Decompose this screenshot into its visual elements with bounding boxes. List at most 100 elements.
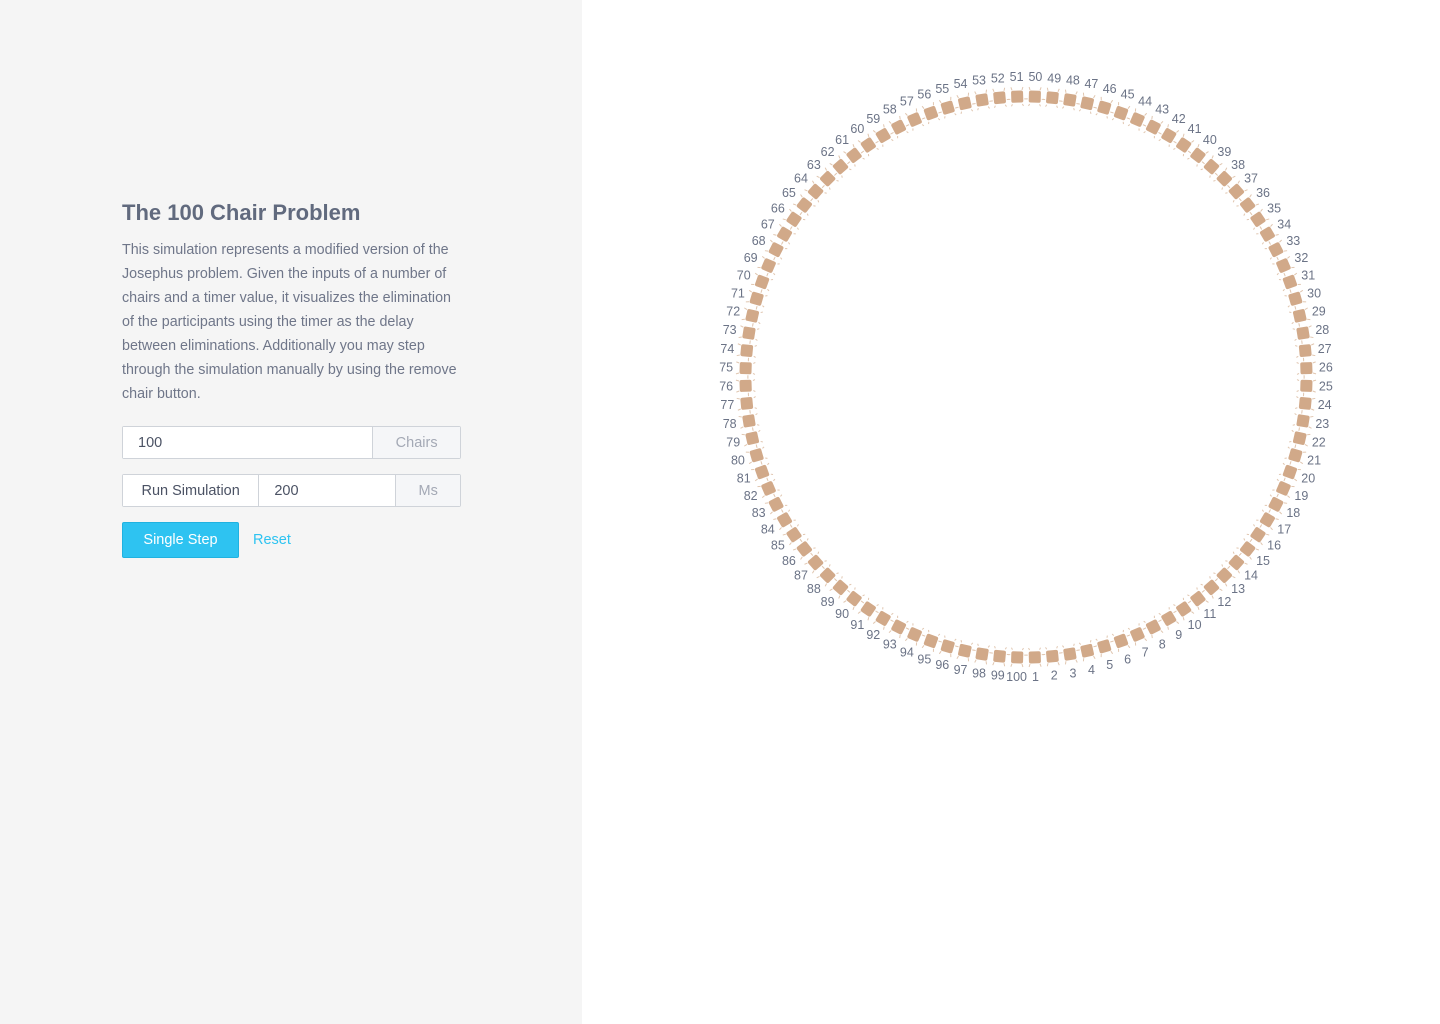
chair-number-label: 54	[954, 77, 968, 91]
chairs-input-group: Chairs	[122, 426, 461, 459]
chair-number-label: 4	[1088, 663, 1095, 677]
chair-icon	[956, 640, 975, 662]
chair-number-label: 16	[1267, 539, 1281, 553]
chair-icon	[1295, 394, 1316, 413]
chair-number-label: 31	[1301, 268, 1315, 282]
chair-icon	[1043, 87, 1062, 108]
chair-icon	[1289, 428, 1311, 447]
chair-number-label: 69	[744, 251, 758, 265]
chair-icon	[990, 87, 1009, 108]
chair-number-label: 97	[954, 663, 968, 677]
chair-number-label: 100	[1006, 670, 1027, 684]
chair-number-label: 84	[761, 523, 775, 537]
chair-icon	[956, 92, 975, 114]
chair-number-label: 5	[1106, 658, 1113, 672]
chair-icon	[1025, 86, 1044, 107]
chair-icon	[1043, 646, 1062, 667]
chair-number-label: 58	[883, 103, 897, 117]
chair-number-label: 3	[1069, 666, 1076, 680]
chair-number-label: 28	[1315, 323, 1329, 337]
chair-number-label: 98	[972, 666, 986, 680]
chair-number-label: 9	[1175, 628, 1182, 642]
chair-number-label: 72	[726, 305, 740, 319]
chair-number-label: 32	[1294, 251, 1308, 265]
chair-number-label: 81	[737, 472, 751, 486]
chair-number-label: 93	[883, 637, 897, 651]
chair-icon	[1127, 108, 1148, 131]
chair-number-label: 49	[1047, 71, 1061, 85]
chair-number-label: 7	[1142, 645, 1149, 659]
simulation-stage: 1 2 3 4 5 6 7 8 9 10 11 12 13 14 15 16 17 18 19 20 21 22 23 24 2…	[582, 0, 1440, 1024]
chair-number-label: 14	[1244, 568, 1258, 582]
chair-icon	[751, 462, 774, 482]
chair-number-label: 39	[1217, 145, 1231, 159]
chair-number-label: 80	[731, 454, 745, 468]
chair-number-label: 68	[752, 234, 766, 248]
chair-icon	[735, 359, 756, 378]
chair-number-label: 12	[1217, 595, 1231, 609]
chair-number-label: 57	[900, 95, 914, 109]
chair-number-label: 34	[1277, 217, 1291, 231]
chair-icon	[1278, 272, 1301, 292]
chair-number-label: 70	[737, 268, 751, 282]
sidebar: The 100 Chair Problem This simulation re…	[0, 0, 582, 1024]
page-title: The 100 Chair Problem	[122, 200, 361, 225]
chair-number-label: 82	[744, 489, 758, 503]
chair-number-label: 35	[1267, 201, 1281, 215]
chair-number-label: 64	[794, 172, 808, 186]
chair-icon	[973, 643, 992, 665]
single-step-button[interactable]: Single Step	[122, 522, 239, 558]
chair-icon	[1296, 359, 1317, 378]
chair-number-label: 18	[1286, 506, 1300, 520]
chair-number-label: 99	[991, 669, 1005, 683]
chair-number-label: 19	[1294, 489, 1308, 503]
chair-number-label: 88	[807, 582, 821, 596]
chair-icon	[1094, 96, 1114, 119]
chair-number-label: 43	[1155, 103, 1169, 117]
chair-icon	[736, 394, 757, 413]
chair-number-label: 21	[1307, 454, 1321, 468]
action-buttons: Single Step Reset	[122, 522, 461, 558]
chair-number-label: 83	[752, 506, 766, 520]
chair-number-label: 36	[1256, 186, 1270, 200]
chair-number-label: 67	[761, 217, 775, 231]
chair-number-label: 15	[1256, 554, 1270, 568]
chair-number-label: 22	[1312, 435, 1326, 449]
chair-icon	[921, 629, 941, 652]
chair-number-label: 61	[835, 133, 849, 147]
chair-icon	[1060, 643, 1079, 665]
chair-number-label: 20	[1301, 472, 1315, 486]
chair-number-label: 73	[723, 323, 737, 337]
chair-number-label: 87	[794, 568, 808, 582]
chair-icon	[1094, 635, 1114, 658]
chair-icon	[938, 96, 958, 119]
chair-number-label: 60	[850, 122, 864, 136]
chair-icon	[1292, 411, 1314, 430]
chair-number-label: 65	[782, 186, 796, 200]
chair-number-label: 85	[771, 539, 785, 553]
chair-icon	[1289, 307, 1311, 326]
chair-number-label: 76	[719, 379, 733, 393]
chair-number-label: 2	[1051, 669, 1058, 683]
chair-icon	[1060, 89, 1079, 111]
chair-icon	[1272, 255, 1295, 276]
reset-link[interactable]: Reset	[253, 532, 291, 548]
run-simulation-button[interactable]: Run Simulation	[123, 475, 260, 506]
chair-icon	[738, 324, 760, 343]
timer-ms-input[interactable]	[259, 475, 396, 506]
chair-icon	[1284, 445, 1307, 465]
chair-number-label: 95	[917, 652, 931, 666]
chair-number-label: 41	[1188, 122, 1202, 136]
ms-addon-label: Ms	[395, 475, 460, 506]
chair-number-label: 55	[935, 82, 949, 96]
chair-number-label: 74	[720, 342, 734, 356]
chair-icon	[1296, 376, 1317, 395]
chair-icon	[990, 646, 1009, 667]
chair-number-label: 26	[1319, 361, 1333, 375]
chair-number-label: 8	[1159, 637, 1166, 651]
chair-number-label: 52	[991, 71, 1005, 85]
chairs-input[interactable]	[123, 427, 373, 458]
chair-number-label: 59	[866, 112, 880, 126]
chair-icon	[757, 255, 780, 276]
chair-number-label: 40	[1203, 133, 1217, 147]
